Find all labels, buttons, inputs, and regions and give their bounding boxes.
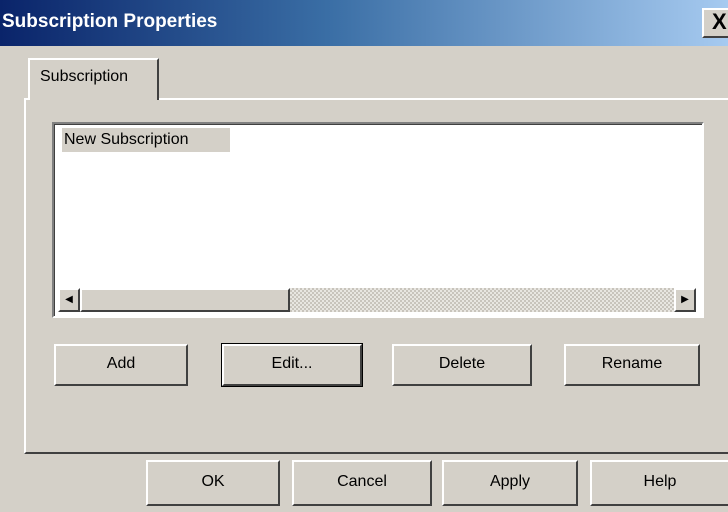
tab-subscription[interactable]: Subscription (28, 58, 159, 100)
title-bar[interactable]: Subscription Properties X (0, 0, 728, 46)
rename-button[interactable]: Rename (564, 344, 700, 386)
scroll-right-button[interactable]: ▶ (674, 288, 696, 312)
scroll-left-button[interactable]: ◀ (58, 288, 80, 312)
subscription-listbox[interactable]: New Subscription ◀ ▶ (52, 122, 704, 318)
horizontal-scrollbar[interactable]: ◀ ▶ (58, 288, 696, 312)
list-item-new-subscription[interactable]: New Subscription (62, 128, 230, 152)
ok-button[interactable]: OK (146, 460, 280, 506)
help-button[interactable]: Help (590, 460, 728, 506)
edit-button[interactable]: Edit... (221, 343, 363, 387)
subscription-properties-dialog: Subscription Properties X Subscription N… (0, 0, 728, 512)
window-title: Subscription Properties (2, 11, 218, 32)
delete-button[interactable]: Delete (392, 344, 532, 386)
tab-label: Subscription (40, 68, 129, 85)
apply-button[interactable]: Apply (442, 460, 578, 506)
add-button[interactable]: Add (54, 344, 188, 386)
close-button[interactable]: X (702, 8, 728, 38)
scroll-thumb[interactable] (80, 288, 290, 312)
cancel-button[interactable]: Cancel (292, 460, 432, 506)
